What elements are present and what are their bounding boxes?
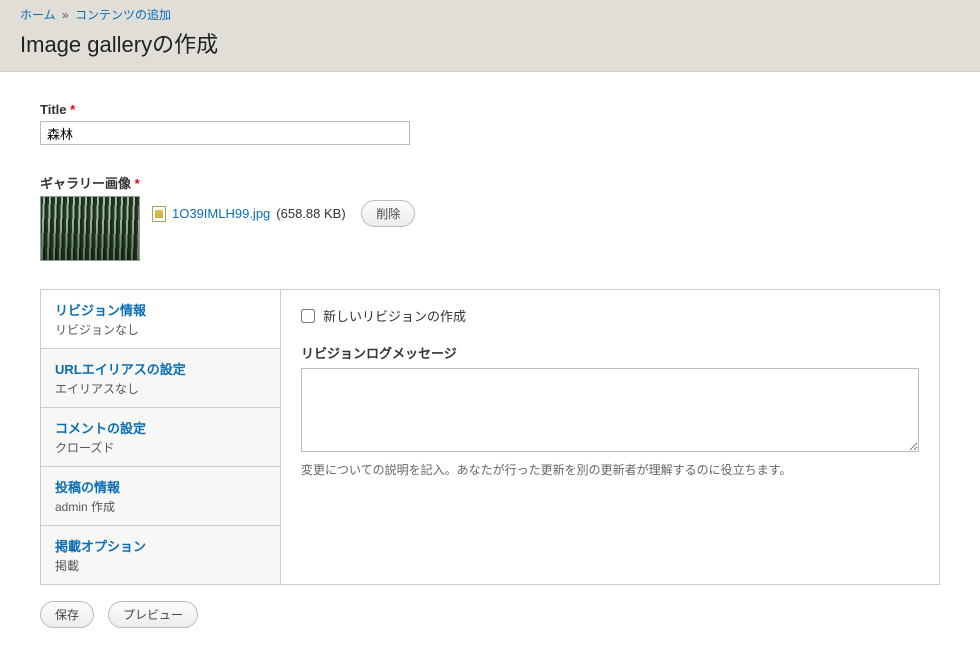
revision-log-label: リビジョンログメッセージ bbox=[301, 343, 919, 362]
tab-url-alias[interactable]: URLエイリアスの設定 エイリアスなし bbox=[41, 349, 280, 408]
breadcrumb-separator: » bbox=[59, 8, 72, 22]
file-icon bbox=[152, 206, 166, 222]
tab-title: 掲載オプション bbox=[55, 536, 266, 555]
tab-comment-settings[interactable]: コメントの設定 クローズド bbox=[41, 408, 280, 467]
gallery-label: ギャラリー画像 * bbox=[40, 173, 940, 192]
required-marker: * bbox=[135, 176, 140, 191]
breadcrumb-home[interactable]: ホーム bbox=[20, 8, 56, 22]
tab-revision-info[interactable]: リビジョン情報 リビジョンなし bbox=[41, 290, 280, 349]
required-marker: * bbox=[70, 102, 75, 117]
breadcrumb: ホーム » コンテンツの追加 bbox=[20, 6, 960, 25]
tab-summary: リビジョンなし bbox=[55, 321, 266, 338]
tab-summary: admin 作成 bbox=[55, 498, 266, 515]
vertical-tabs: リビジョン情報 リビジョンなし URLエイリアスの設定 エイリアスなし コメント… bbox=[40, 289, 940, 585]
file-name-link[interactable]: 1O39IMLH99.jpg bbox=[172, 206, 270, 221]
gallery-thumbnail[interactable] bbox=[40, 196, 140, 261]
page-title: Image galleryの作成 bbox=[20, 27, 960, 59]
file-size: (658.88 KB) bbox=[276, 206, 345, 221]
gallery-file-row: 1O39IMLH99.jpg (658.88 KB) 削除 bbox=[40, 196, 940, 261]
tab-publishing-options[interactable]: 掲載オプション 掲載 bbox=[41, 526, 280, 584]
new-revision-label: 新しいリビジョンの作成 bbox=[323, 306, 466, 325]
title-label: Title * bbox=[40, 102, 940, 117]
title-input[interactable] bbox=[40, 121, 410, 145]
revision-log-textarea[interactable] bbox=[301, 368, 919, 452]
tab-title: コメントの設定 bbox=[55, 418, 266, 437]
form-actions: 保存 プレビュー bbox=[40, 601, 940, 628]
remove-button[interactable]: 削除 bbox=[361, 200, 415, 227]
title-label-text: Title bbox=[40, 102, 67, 117]
tab-content-panel: 新しいリビジョンの作成 リビジョンログメッセージ 変更についての説明を記入。あな… bbox=[281, 290, 939, 584]
tab-title: URLエイリアスの設定 bbox=[55, 359, 266, 378]
tab-title: リビジョン情報 bbox=[55, 300, 266, 319]
tab-summary: 掲載 bbox=[55, 557, 266, 574]
revision-log-help: 変更についての説明を記入。あなたが行った更新を別の更新者が理解するのに役立ちます… bbox=[301, 461, 919, 478]
tab-title: 投稿の情報 bbox=[55, 477, 266, 496]
page-header: ホーム » コンテンツの追加 Image galleryの作成 bbox=[0, 0, 980, 72]
tab-summary: クローズド bbox=[55, 439, 266, 456]
tab-authoring-info[interactable]: 投稿の情報 admin 作成 bbox=[41, 467, 280, 526]
breadcrumb-add-content[interactable]: コンテンツの追加 bbox=[75, 8, 171, 22]
tab-summary: エイリアスなし bbox=[55, 380, 266, 397]
new-revision-checkbox[interactable] bbox=[301, 309, 315, 323]
preview-button[interactable]: プレビュー bbox=[108, 601, 198, 628]
save-button[interactable]: 保存 bbox=[40, 601, 94, 628]
gallery-label-text: ギャラリー画像 bbox=[40, 176, 131, 191]
